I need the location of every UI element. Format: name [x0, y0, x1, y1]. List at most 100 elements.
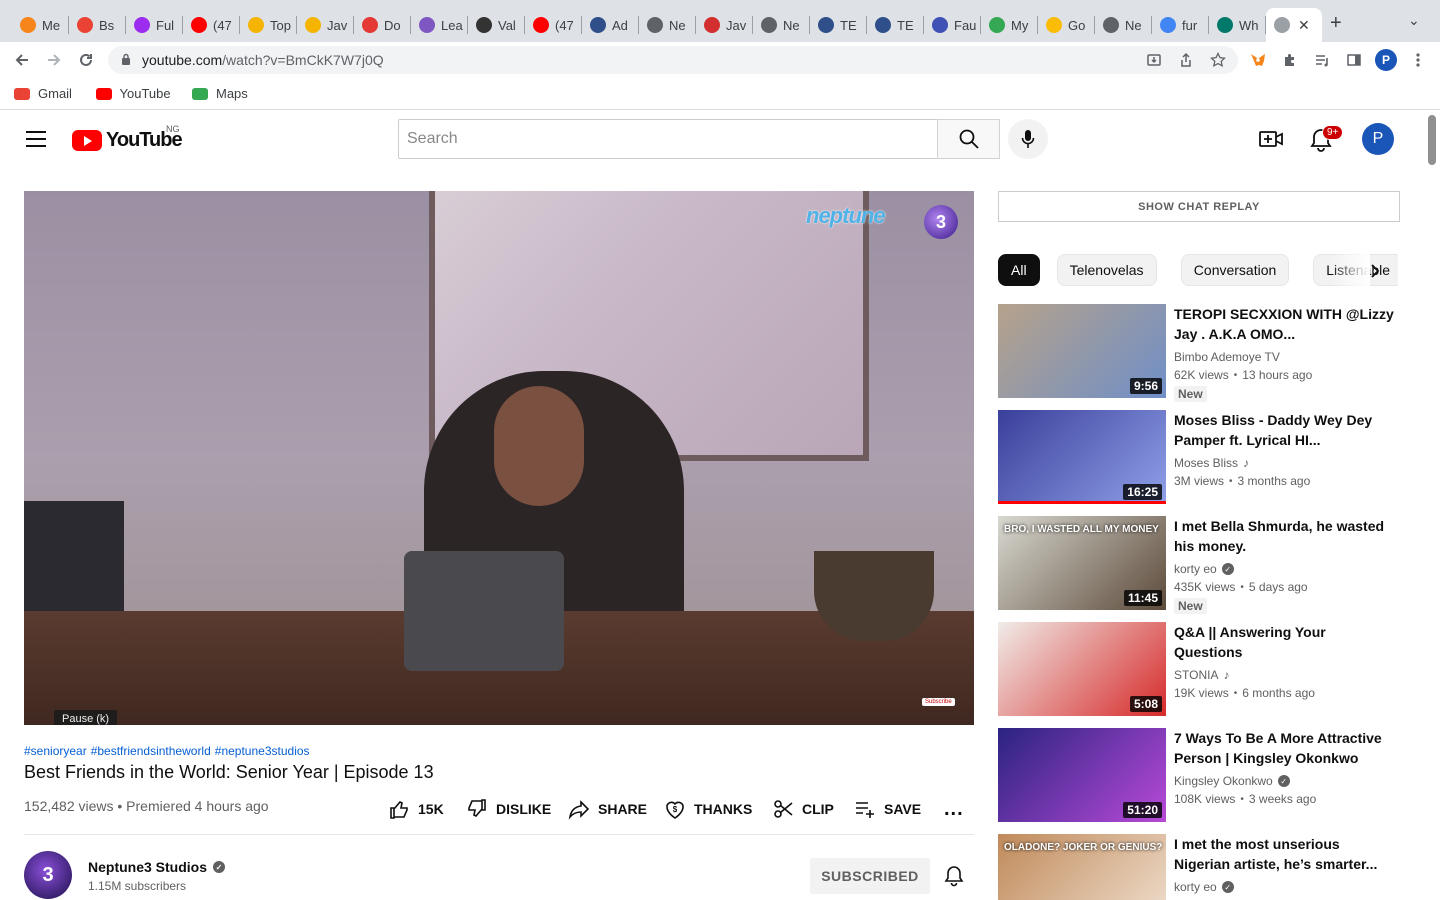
video-title[interactable]: 7 Ways To Be A More Attractive Person | … — [1174, 728, 1394, 768]
extensions-puzzle-icon[interactable] — [1280, 50, 1300, 70]
channel-name[interactable]: korty eo — [1174, 562, 1217, 576]
video-title[interactable]: I met Bella Shmurda, he wasted his money… — [1174, 516, 1394, 556]
side-panel-icon[interactable] — [1344, 50, 1364, 70]
recommended-video[interactable]: 16:25 Moses Bliss - Daddy Wey Dey Pamper … — [998, 410, 1398, 504]
browser-tab[interactable]: TE — [867, 8, 924, 42]
bookmark-item[interactable]: Gmail — [14, 86, 72, 101]
video-thumbnail[interactable]: BRO, I WASTED ALL MY MONEY 11:45 — [998, 516, 1166, 610]
recommended-video[interactable]: BRO, I WASTED ALL MY MONEY 11:45 I met Bel… — [998, 516, 1398, 614]
browser-tab[interactable]: Lea — [411, 8, 468, 42]
browser-tab[interactable]: TE — [810, 8, 867, 42]
recommended-video[interactable]: OLADONE? JOKER OR GENIUS? I met the most … — [998, 834, 1398, 900]
browser-menu-icon[interactable] — [1408, 50, 1428, 70]
subscribed-button[interactable]: SUBSCRIBED — [810, 858, 930, 894]
like-button[interactable]: 15K — [388, 798, 444, 820]
menu-icon[interactable] — [26, 131, 46, 147]
browser-tab[interactable]: Ne — [1095, 8, 1152, 42]
hashtag-link[interactable]: #neptune3studios — [215, 744, 310, 758]
video-thumbnail[interactable]: 5:08 — [998, 622, 1166, 716]
video-title[interactable]: Moses Bliss - Daddy Wey Dey Pamper ft. L… — [1174, 410, 1394, 450]
video-title[interactable]: Q&A || Answering Your Questions — [1174, 622, 1394, 662]
back-arrow-icon[interactable] — [10, 48, 34, 72]
clip-button[interactable]: CLIP — [772, 798, 834, 820]
browser-tab[interactable]: Val — [468, 8, 525, 42]
browser-tab[interactable]: Ne — [753, 8, 810, 42]
tab-search-button[interactable]: ⌄ — [1408, 12, 1420, 29]
video-thumbnail[interactable]: OLADONE? JOKER OR GENIUS? — [998, 834, 1166, 900]
close-tab-icon[interactable]: ✕ — [1298, 17, 1310, 34]
channel-name-row[interactable]: Neptune3 Studios ✓ — [88, 859, 226, 875]
save-button[interactable]: SAVE — [854, 798, 921, 820]
address-bar[interactable]: youtube.com/watch?v=BmCkK7W7j0Q — [108, 46, 1238, 74]
hashtag-link[interactable]: #bestfriendsintheworld — [91, 744, 211, 758]
filter-chip[interactable]: All — [998, 254, 1040, 286]
browser-tab[interactable]: My — [981, 8, 1038, 42]
youtube-logo[interactable]: YouTube NG — [72, 124, 183, 152]
bookmark-item[interactable]: YouTube — [95, 86, 171, 101]
create-video-icon[interactable] — [1258, 127, 1284, 151]
notification-bell-icon[interactable] — [943, 865, 965, 887]
browser-tab[interactable]: Fau — [924, 8, 981, 42]
browser-profile-avatar[interactable]: P — [1375, 49, 1397, 71]
browser-tab[interactable]: Go — [1038, 8, 1095, 42]
page-scrollbar[interactable] — [1424, 111, 1440, 900]
browser-tab[interactable]: Wh — [1209, 8, 1266, 42]
video-title[interactable]: TEROPI SECXXION WITH @Lizzy Jay . A.K.A … — [1174, 304, 1394, 344]
recommended-video[interactable]: 5:08 Q&A || Answering Your Questions STONI… — [998, 622, 1398, 716]
channel-name[interactable]: Bimbo Ademoye TV — [1174, 350, 1280, 364]
search-input[interactable] — [407, 130, 938, 148]
bookmark-item[interactable]: Maps — [192, 86, 248, 101]
browser-tab[interactable]: Jav — [297, 8, 354, 42]
channel-name[interactable]: korty eo — [1174, 880, 1217, 894]
browser-tab[interactable]: Bs — [69, 8, 126, 42]
browser-tab[interactable]: Jav — [696, 8, 753, 42]
account-avatar[interactable]: P — [1362, 123, 1394, 155]
browser-tab[interactable]: Ful — [126, 8, 183, 42]
metamask-extension-icon[interactable] — [1248, 50, 1268, 70]
share-button[interactable]: SHARE — [568, 798, 647, 820]
recommended-video[interactable]: 9:56 TEROPI SECXXION WITH @Lizzy Jay . A.… — [998, 304, 1398, 402]
browser-tab[interactable]: Top — [240, 8, 297, 42]
chevron-right-icon[interactable] — [1362, 258, 1388, 284]
media-control-icon[interactable] — [1312, 50, 1332, 70]
channel-name[interactable]: STONIA — [1174, 668, 1218, 682]
share-icon[interactable] — [1176, 50, 1196, 70]
channel-name[interactable]: Neptune3 Studios — [88, 859, 207, 875]
browser-tab[interactable]: (47 — [525, 8, 582, 42]
forward-arrow-icon[interactable] — [42, 48, 66, 72]
video-thumbnail[interactable]: 9:56 — [998, 304, 1166, 398]
bookmark-star-icon[interactable] — [1208, 50, 1228, 70]
thanks-button[interactable]: $ THANKS — [664, 798, 752, 820]
video-title[interactable]: I met the most unserious Nigerian artist… — [1174, 834, 1394, 874]
filter-chip[interactable]: Telenovelas — [1056, 254, 1157, 286]
browser-tab[interactable]: (47 — [183, 8, 240, 42]
video-thumbnail[interactable]: 16:25 — [998, 410, 1166, 504]
channel-row: Bimbo Ademoye TV — [1174, 348, 1394, 366]
recommended-video[interactable]: 51:20 7 Ways To Be A More Attractive Pers… — [998, 728, 1398, 822]
browser-tab[interactable]: Me — [12, 8, 69, 42]
channel-name[interactable]: Moses Bliss — [1174, 456, 1238, 470]
video-thumbnail[interactable]: 51:20 — [998, 728, 1166, 822]
dislike-button[interactable]: DISLIKE — [466, 798, 551, 820]
browser-tab-active[interactable]: ✕ — [1266, 8, 1322, 42]
install-app-icon[interactable] — [1144, 50, 1164, 70]
scrollbar-thumb[interactable] — [1428, 115, 1436, 165]
search-button[interactable] — [937, 119, 1000, 159]
browser-tab[interactable]: Do — [354, 8, 411, 42]
channel-row: korty eo ✓ — [1174, 560, 1394, 578]
more-actions-button[interactable]: ... — [944, 798, 964, 821]
browser-tab[interactable]: Ad — [582, 8, 639, 42]
show-chat-replay-button[interactable]: SHOW CHAT REPLAY — [998, 191, 1400, 222]
channel-avatar[interactable]: 3 — [24, 851, 72, 899]
browser-tab[interactable]: Ne — [639, 8, 696, 42]
subscribe-watermark-button[interactable]: Subscribe — [922, 698, 955, 706]
new-tab-button[interactable]: + — [1330, 12, 1342, 35]
browser-tab[interactable]: fur — [1152, 8, 1209, 42]
channel-name[interactable]: Kingsley Okonkwo — [1174, 774, 1273, 788]
thumbnail-caption: BRO, I WASTED ALL MY MONEY — [1004, 524, 1159, 535]
hashtag-link[interactable]: #senioryear — [24, 744, 87, 758]
reload-icon[interactable] — [74, 48, 98, 72]
video-player[interactable]: neptune 3 Subscribe Pause (k) — [24, 191, 974, 725]
filter-chip[interactable]: Conversation — [1180, 254, 1290, 286]
voice-search-button[interactable] — [1008, 119, 1048, 159]
